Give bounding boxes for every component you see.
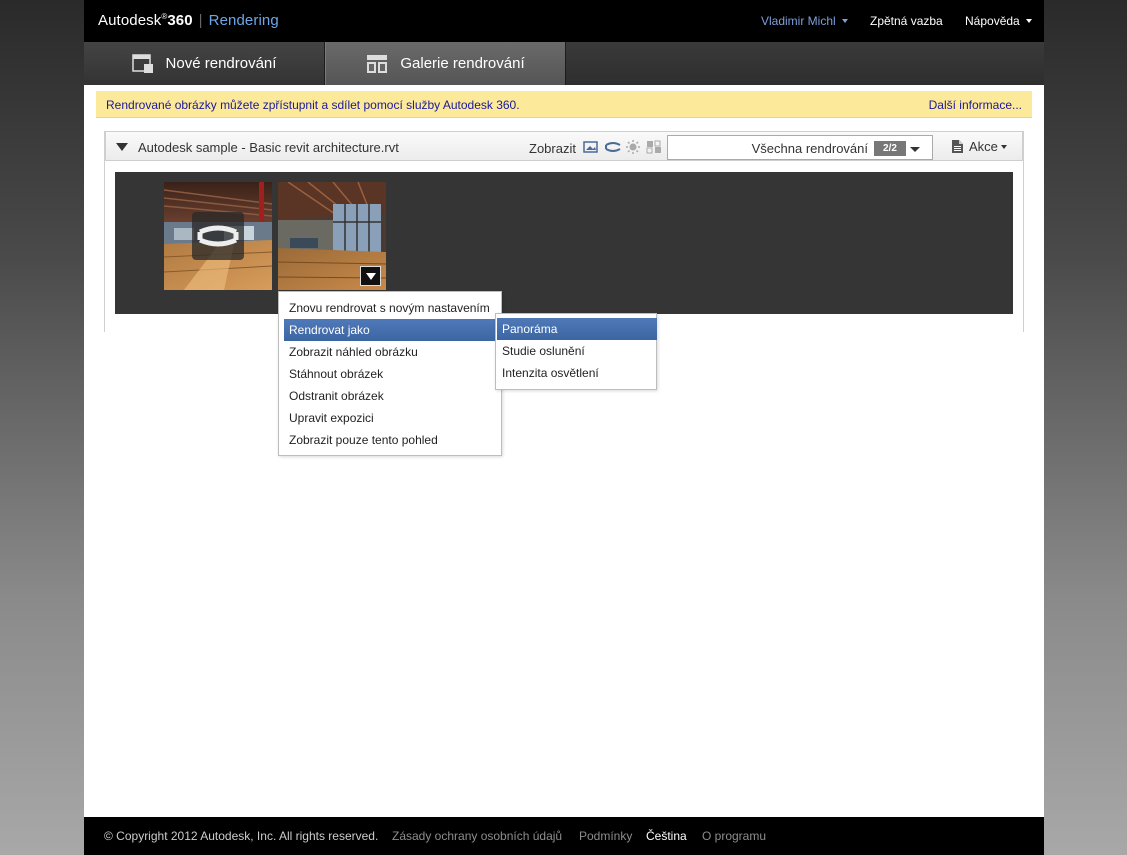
brand-360: 360 [167, 12, 193, 29]
about-link[interactable]: O programu [702, 829, 766, 843]
panorama-icon [197, 225, 239, 247]
collapse-triangle-icon[interactable] [116, 143, 128, 151]
view-filter-icons [583, 140, 662, 154]
language-link[interactable]: Čeština [646, 829, 687, 843]
new-render-icon [131, 53, 153, 73]
sun-icon[interactable] [625, 140, 641, 154]
document-icon [952, 140, 963, 153]
render-as-submenu: Panoráma Studie oslunění Intenzita osvět… [495, 313, 657, 390]
panorama-badge [192, 212, 244, 260]
footer: © Copyright 2012 Autodesk, Inc. All righ… [84, 817, 1044, 855]
privacy-link[interactable]: Zásady ochrany osobních údajů [392, 829, 562, 843]
help-menu[interactable]: Nápověda [965, 14, 1032, 28]
menu-item-adjust-exposure[interactable]: Upravit expozici [284, 407, 496, 429]
caret-down-icon [1025, 19, 1032, 23]
caret-down-icon [841, 19, 848, 23]
user-name: Vladimir Michl [761, 14, 836, 28]
project-panel: Autodesk sample - Basic revit architectu… [104, 131, 1024, 332]
render-filter-dropdown[interactable]: Všechna rendrování 2/2 [667, 135, 933, 160]
image-icon[interactable] [583, 140, 599, 154]
product-name: Rendering [208, 12, 279, 29]
brand-logo[interactable]: Autodesk®360 | Rendering [98, 12, 279, 29]
thumbnail-menu-button[interactable] [360, 266, 381, 286]
help-label: Nápověda [965, 14, 1020, 28]
notice-message: Rendrované obrázky můžete zpřístupnit a … [106, 98, 520, 112]
info-notice: Rendrované obrázky můžete zpřístupnit a … [96, 91, 1032, 118]
menu-item-download[interactable]: Stáhnout obrázek [284, 363, 496, 385]
tab-gallery[interactable]: Galerie rendrování [325, 42, 566, 85]
actions-menu[interactable]: Akce [951, 139, 1007, 154]
render-thumbnail-panorama[interactable] [164, 182, 272, 290]
project-header: Autodesk sample - Basic revit architectu… [105, 131, 1023, 161]
tab-bar: Nové rendrování Galerie rendrování [84, 42, 1044, 85]
submenu-item-illuminance[interactable]: Intenzita osvětlení [497, 362, 657, 384]
top-bar: Autodesk®360 | Rendering Vladimir Michl Zp… [84, 0, 1044, 42]
caret-down-icon [1000, 144, 1007, 149]
tab-label: Galerie rendrování [400, 55, 525, 72]
actions-label: Akce [969, 139, 998, 154]
show-label: Zobrazit [529, 141, 576, 156]
chevron-down-icon [910, 147, 920, 152]
menu-item-show-only-view[interactable]: Zobrazit pouze tento pohled [284, 429, 496, 451]
render-gallery [115, 172, 1013, 314]
terms-link[interactable]: Podmínky [579, 829, 632, 843]
brand-name: Autodesk [98, 12, 162, 29]
project-title: Autodesk sample - Basic revit architectu… [138, 140, 399, 155]
submenu-item-panorama[interactable]: Panoráma [497, 318, 657, 340]
tab-new-render[interactable]: Nové rendrování [84, 42, 325, 85]
menu-item-delete[interactable]: Odstranit obrázek [284, 385, 496, 407]
filter-count-badge: 2/2 [874, 141, 906, 156]
render-thumbnail-standard[interactable] [278, 182, 386, 290]
page: Autodesk®360 | Rendering Vladimir Michl Zp… [84, 0, 1044, 855]
brand-separator: | [198, 12, 203, 29]
panorama-icon[interactable] [604, 140, 621, 154]
gallery-icon [367, 54, 388, 73]
feedback-link[interactable]: Zpětná vazba [870, 14, 943, 28]
copyright-text: © Copyright 2012 Autodesk, Inc. All righ… [104, 829, 379, 843]
more-info-link[interactable]: Další informace... [929, 98, 1022, 112]
user-menu[interactable]: Vladimir Michl [761, 14, 848, 28]
tab-label: Nové rendrování [165, 55, 277, 72]
menu-item-render-as[interactable]: Rendrovat jako [284, 319, 496, 341]
illuminance-icon[interactable] [646, 140, 662, 154]
submenu-item-sun-study[interactable]: Studie oslunění [497, 340, 657, 362]
filter-label: Všechna rendrování [751, 141, 868, 156]
menu-item-rerender[interactable]: Znovu rendrovat s novým nastavením [284, 297, 496, 319]
menu-item-preview[interactable]: Zobrazit náhled obrázku [284, 341, 496, 363]
thumbnail-context-menu: Znovu rendrovat s novým nastavením Rendr… [278, 291, 502, 456]
